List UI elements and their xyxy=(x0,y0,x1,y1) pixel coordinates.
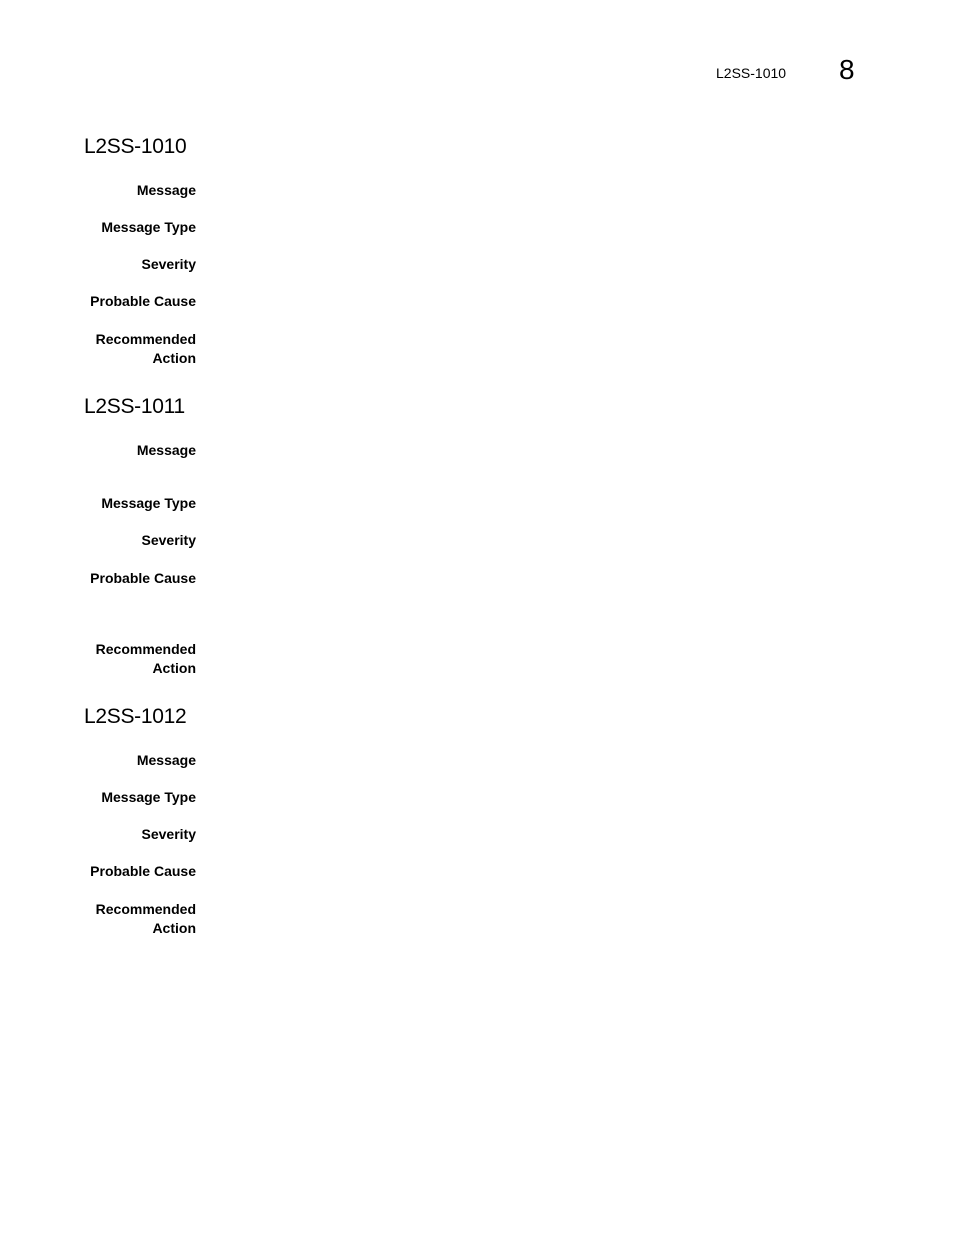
field-label-recommended-action: Recommended Action xyxy=(95,901,196,936)
field-label-message-type: Message Type xyxy=(101,219,196,235)
field-label-message: Message xyxy=(136,442,196,458)
field-label-message: Message xyxy=(136,752,196,768)
field-label-message: Message xyxy=(136,182,196,198)
field-label-probable-cause: Probable Cause xyxy=(90,863,196,879)
field-label-severity: Severity xyxy=(141,532,196,548)
field-label-recommended-action: Recommended Action xyxy=(95,331,196,366)
field-label-probable-cause: Probable Cause xyxy=(90,570,196,586)
field-label-probable-cause: Probable Cause xyxy=(90,293,196,309)
section-title: L2SS-1012 xyxy=(84,705,187,728)
field-label-message-type: Message Type xyxy=(101,789,196,805)
field-label-severity: Severity xyxy=(141,826,196,842)
message-section: L2SS-1011 Message Message Type Severity … xyxy=(84,394,864,676)
field-label-severity: Severity xyxy=(141,256,196,272)
chapter-number: 8 xyxy=(839,54,855,85)
message-section: L2SS-1010 Message Message Type Severity … xyxy=(84,134,864,366)
message-section: L2SS-1012 Message Message Type Severity … xyxy=(84,704,864,936)
field-label-message-type: Message Type xyxy=(101,495,196,511)
section-title: L2SS-1011 xyxy=(84,395,185,418)
field-label-recommended-action: Recommended Action xyxy=(95,641,196,676)
running-header-title: L2SS-1010 xyxy=(716,65,787,81)
section-title: L2SS-1010 xyxy=(84,135,187,158)
